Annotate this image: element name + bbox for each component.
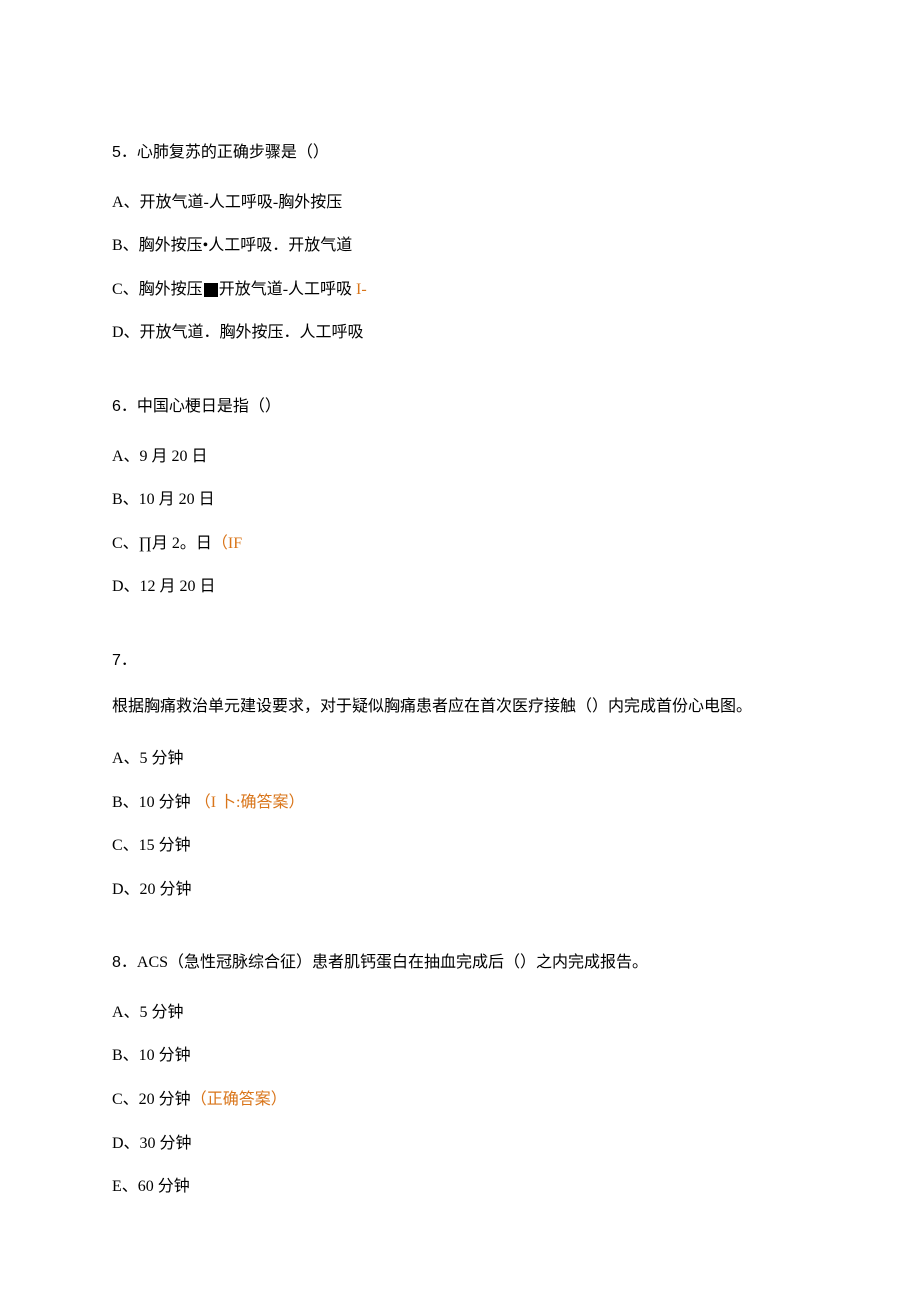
option-c-text: C、∏月 2。日: [112, 535, 212, 552]
black-square-icon: [204, 283, 218, 297]
question-body: ．中国心梗日是指（）: [121, 398, 281, 415]
option-e: E、60 分钟: [112, 1174, 808, 1200]
question-5: 5．心肺复苏的正确步骤是（） A、开放气道-人工呼吸-胸外按压 B、胸外按压•人…: [112, 140, 808, 346]
question-text: 7．: [112, 648, 808, 674]
question-dot: ．: [121, 652, 137, 669]
question-text: 5．心肺复苏的正确步骤是（）: [112, 140, 808, 166]
option-b: B、10 月 20 日: [112, 487, 808, 513]
question-number: 6: [112, 398, 121, 415]
answer-mark: （I 卜:确答案）: [195, 794, 305, 811]
option-c: C、15 分钟: [112, 833, 808, 859]
option-a: A、9 月 20 日: [112, 444, 808, 470]
question-number: 8: [112, 954, 121, 971]
question-body: ．ACS（急性冠脉综合征）患者肌钙蛋白在抽血完成后（）之内完成报告。: [121, 954, 648, 971]
option-c: C、胸外按压开放气道-人工呼吸 I-: [112, 277, 808, 303]
option-c: C、20 分钟（正确答案）: [112, 1087, 808, 1113]
answer-mark: （正确答案）: [191, 1091, 287, 1108]
question-text: 6．中国心梗日是指（）: [112, 394, 808, 420]
option-a: A、5 分钟: [112, 746, 808, 772]
answer-mark: （IF: [212, 535, 242, 552]
question-body: 根据胸痛救治单元建设要求，对于疑似胸痛患者应在首次医疗接触（）内完成首份心电图。: [112, 692, 808, 722]
question-6: 6．中国心梗日是指（） A、9 月 20 日 B、10 月 20 日 C、∏月 …: [112, 394, 808, 600]
option-a: A、5 分钟: [112, 1000, 808, 1026]
option-c-text: C、20 分钟: [112, 1091, 191, 1108]
option-c: C、∏月 2。日（IF: [112, 531, 808, 557]
question-body: ．心肺复苏的正确步骤是（）: [121, 144, 329, 161]
option-d: D、12 月 20 日: [112, 574, 808, 600]
option-c-suffix: 开放气道-人工呼吸: [219, 281, 352, 298]
question-7: 7． 根据胸痛救治单元建设要求，对于疑似胸痛患者应在首次医疗接触（）内完成首份心…: [112, 648, 808, 902]
option-b: B、胸外按压•人工呼吸．开放气道: [112, 233, 808, 259]
option-b: B、10 分钟 （I 卜:确答案）: [112, 790, 808, 816]
option-c-prefix: C、胸外按压: [112, 281, 203, 298]
option-d: D、30 分钟: [112, 1131, 808, 1157]
option-d: D、开放气道．胸外按压．人工呼吸: [112, 320, 808, 346]
question-text: 8．ACS（急性冠脉综合征）患者肌钙蛋白在抽血完成后（）之内完成报告。: [112, 950, 808, 976]
question-number: 5: [112, 144, 121, 161]
option-a: A、开放气道-人工呼吸-胸外按压: [112, 190, 808, 216]
question-8: 8．ACS（急性冠脉综合征）患者肌钙蛋白在抽血完成后（）之内完成报告。 A、5 …: [112, 950, 808, 1200]
question-number: 7: [112, 652, 121, 669]
option-b: B、10 分钟: [112, 1043, 808, 1069]
option-b-text: B、10 分钟: [112, 794, 191, 811]
option-d: D、20 分钟: [112, 877, 808, 903]
answer-mark: I-: [352, 281, 367, 298]
